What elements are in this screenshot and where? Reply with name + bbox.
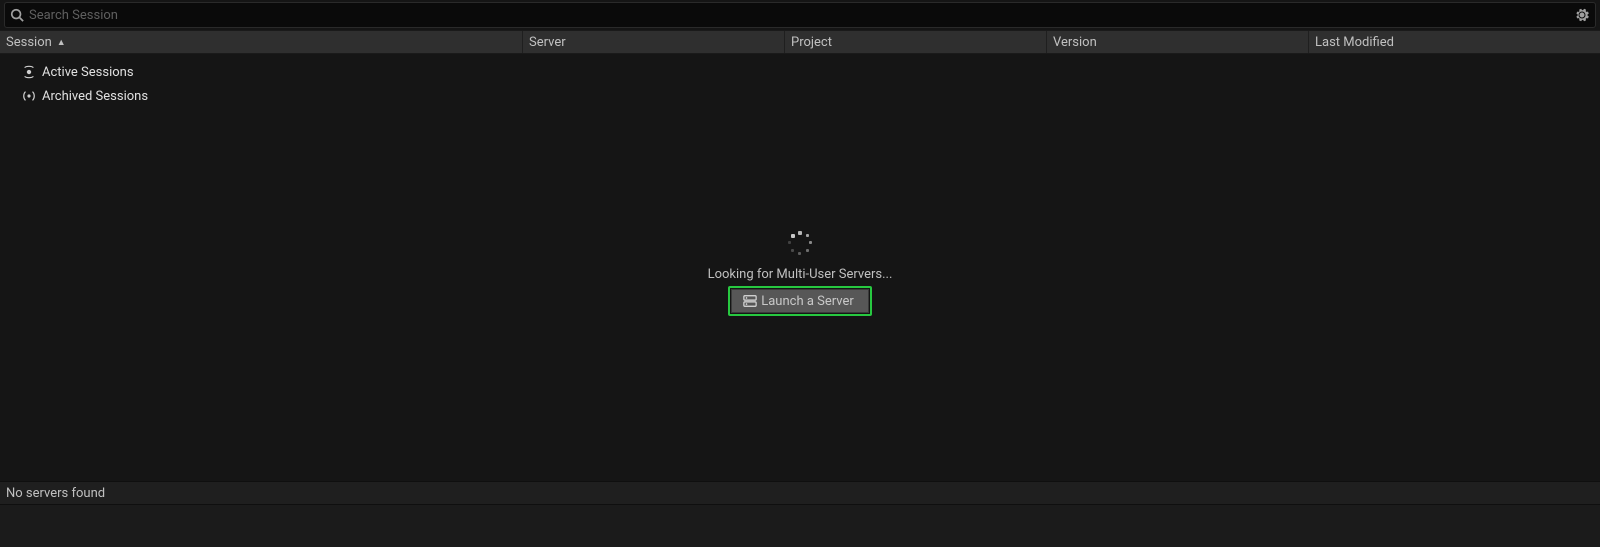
search-icon [9,7,25,23]
looking-for-servers-text: Looking for Multi-User Servers... [708,267,893,282]
server-icon [742,293,758,309]
launch-server-label: Launch a Server [761,294,854,309]
column-label: Version [1053,35,1097,50]
column-header-project[interactable]: Project [784,31,1046,53]
launch-server-button[interactable]: Launch a Server [731,289,869,313]
column-header-version[interactable]: Version [1046,31,1308,53]
sort-ascending-icon: ▲ [57,37,66,48]
status-bar: No servers found [0,481,1600,505]
column-header-last-modified[interactable]: Last Modified [1308,31,1600,53]
column-label: Last Modified [1315,35,1394,50]
column-header-session[interactable]: Session ▲ [0,31,522,53]
search-bar [4,2,1596,28]
column-label: Project [791,35,832,50]
main-content: Looking for Multi-User Servers... Launch… [0,56,1600,489]
status-text: No servers found [6,486,105,501]
loading-spinner-icon [786,229,814,257]
search-input[interactable] [29,8,1573,23]
column-label: Session [6,35,52,50]
column-headers: Session ▲ Server Project Version Last Mo… [0,30,1600,54]
gear-icon[interactable] [1573,6,1591,24]
bottom-panel [0,505,1600,547]
column-header-server[interactable]: Server [522,31,784,53]
column-label: Server [529,35,566,50]
launch-server-highlight: Launch a Server [728,286,872,316]
